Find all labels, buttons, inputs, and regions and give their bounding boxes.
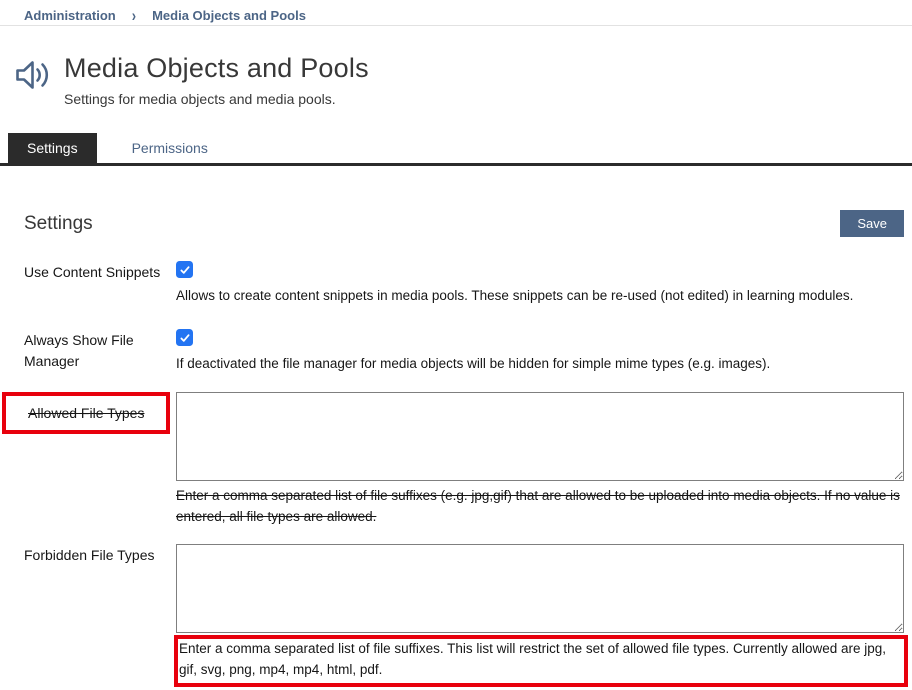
page-subtitle: Settings for media objects and media poo…	[64, 91, 369, 107]
always-show-file-manager-help: If deactivated the file manager for medi…	[176, 354, 904, 375]
speaker-icon	[14, 59, 50, 91]
tab-permissions[interactable]: Permissions	[113, 133, 227, 163]
settings-form: Use Content Snippets Allows to create co…	[24, 261, 904, 687]
use-content-snippets-help: Allows to create content snippets in med…	[176, 286, 904, 307]
breadcrumb-administration[interactable]: Administration	[24, 8, 116, 23]
form-row-use-content-snippets: Use Content Snippets Allows to create co…	[24, 261, 904, 306]
use-content-snippets-label: Use Content Snippets	[24, 261, 176, 282]
red-annotation-box: Enter a comma separated list of file suf…	[174, 635, 908, 687]
breadcrumb-media-objects-and-pools[interactable]: Media Objects and Pools	[152, 8, 306, 23]
form-row-forbidden-file-types: Forbidden File Types Enter a comma separ…	[24, 544, 904, 687]
red-annotation-box: Allowed File Types	[2, 392, 170, 434]
section-title: Settings	[24, 213, 93, 235]
forbidden-file-types-help: Enter a comma separated list of file suf…	[179, 639, 901, 681]
always-show-file-manager-label: Always Show File Manager	[24, 329, 176, 371]
tab-settings[interactable]: Settings	[8, 133, 97, 163]
chevron-right-icon: ›	[132, 6, 136, 25]
page-title: Media Objects and Pools	[64, 53, 369, 84]
breadcrumb: Administration › Media Objects and Pools	[0, 0, 912, 26]
always-show-file-manager-checkbox[interactable]	[176, 329, 193, 346]
main-content: Settings Save Use Content Snippets Allow…	[0, 210, 912, 690]
forbidden-file-types-label: Forbidden File Types	[24, 544, 176, 565]
allowed-file-types-help: Enter a comma separated list of file suf…	[176, 486, 904, 528]
allowed-file-types-textarea[interactable]	[176, 392, 904, 481]
allowed-file-types-label: Allowed File Types	[28, 404, 144, 421]
form-row-allowed-file-types: Allowed File Types Enter a comma separat…	[24, 392, 904, 528]
section-header: Settings Save	[24, 210, 904, 237]
form-row-always-show-file-manager: Always Show File Manager If deactivated …	[24, 329, 904, 374]
tab-bar: Settings Permissions	[0, 133, 912, 166]
save-button-top[interactable]: Save	[840, 210, 904, 237]
use-content-snippets-checkbox[interactable]	[176, 261, 193, 278]
page-header: Media Objects and Pools Settings for med…	[0, 26, 912, 107]
forbidden-file-types-textarea[interactable]	[176, 544, 904, 633]
